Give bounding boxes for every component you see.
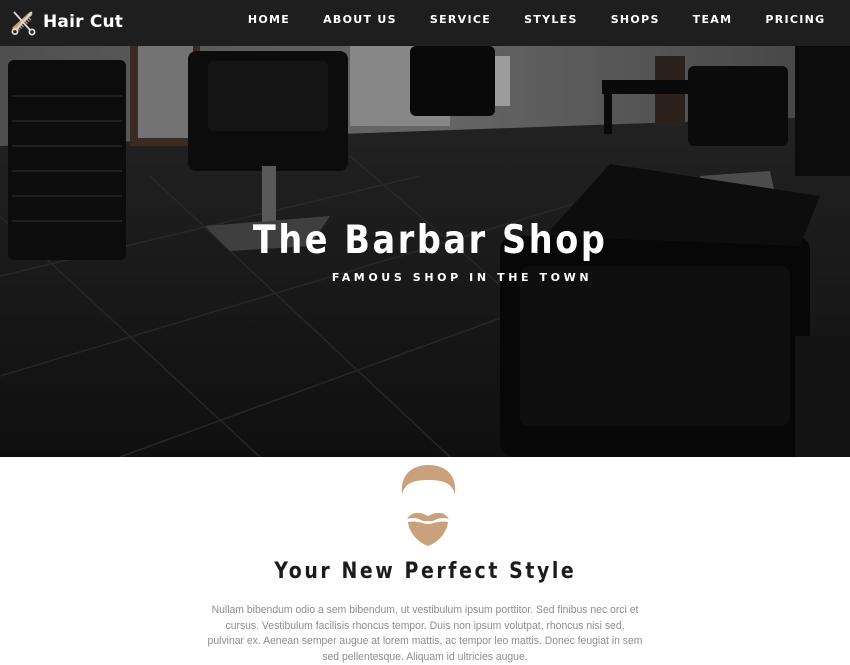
nav-item-home: HOME: [231, 0, 306, 40]
hero-title: The Barbar Shop: [252, 218, 608, 263]
nav-link-about-us[interactable]: ABOUT US: [307, 0, 414, 40]
main-nav: HOME ABOUT US SERVICE STYLES SHOPS TEAM …: [231, 0, 842, 40]
nav-item-service: SERVICE: [413, 0, 507, 40]
beard-mustache-face-icon: [401, 465, 456, 546]
top-navbar: Hair Cut HOME ABOUT US SERVICE STYLES SH…: [0, 0, 850, 46]
nav-link-shops[interactable]: SHOPS: [594, 0, 676, 40]
nav-link-pricing[interactable]: PRICING: [749, 0, 842, 40]
intro-section-text: Nullam bibendum odio a sem bibendum, ut …: [207, 604, 643, 663]
nav-link-styles[interactable]: STYLES: [508, 0, 595, 40]
nav-item-styles: STYLES: [508, 0, 595, 40]
nav-item-team: TEAM: [676, 0, 749, 40]
brand-logo-link[interactable]: Hair Cut: [8, 8, 123, 36]
hero-banner: The Barbar Shop FAMOUS SHOP IN THE TOWN: [0, 46, 850, 457]
nav-link-team[interactable]: TEAM: [676, 0, 749, 40]
brand-name: Hair Cut: [43, 12, 124, 32]
hero-subtitle: FAMOUS SHOP IN THE TOWN: [331, 271, 593, 284]
nav-link-home[interactable]: HOME: [231, 0, 306, 40]
intro-section-title: Your New Perfect Style: [274, 559, 577, 584]
nav-link-service[interactable]: SERVICE: [413, 0, 507, 40]
nav-item-about: ABOUT US: [307, 0, 414, 40]
scissors-comb-icon: [11, 11, 36, 36]
nav-item-shops: SHOPS: [594, 0, 676, 40]
nav-item-pricing: PRICING: [749, 0, 842, 40]
